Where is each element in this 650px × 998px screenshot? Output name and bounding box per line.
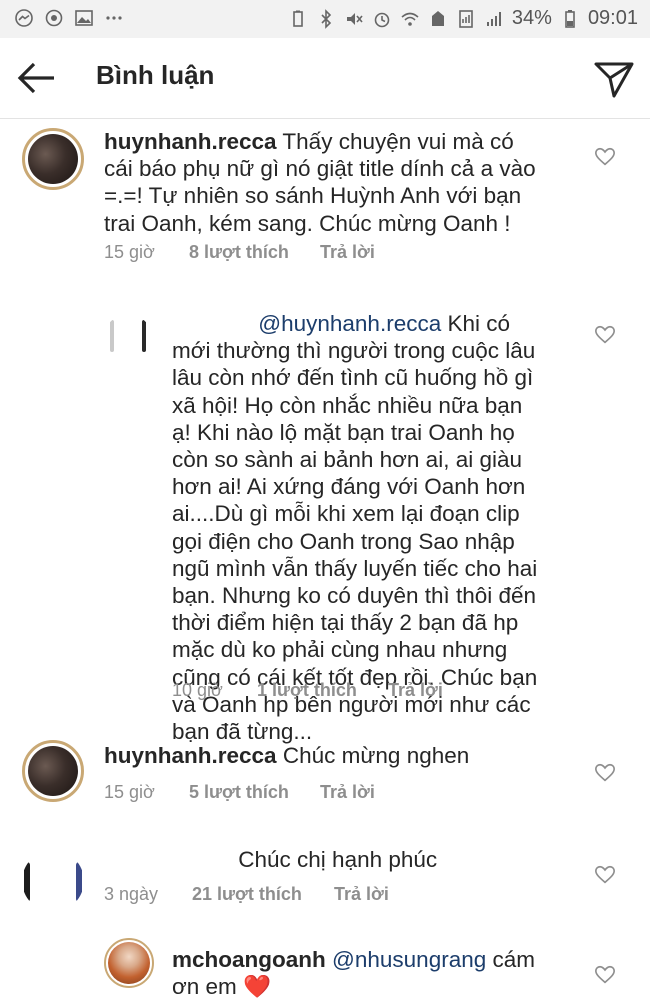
comment-text: mchoangoanh @nhusungrang cám ơn em ❤️ [172, 946, 562, 998]
comment-time: 3 ngày [104, 884, 159, 904]
direct-share-button[interactable] [592, 56, 636, 100]
heart-icon[interactable] [594, 324, 616, 346]
comment-meta: 15 giờ 5 lượt thích Trả lời [104, 782, 375, 803]
comment-mention[interactable]: @huynhanh.recca [258, 311, 441, 336]
comment-likes[interactable]: 1 lượt thích [257, 680, 388, 701]
comment-username[interactable] [172, 314, 252, 336]
comment-text: huynhanh.recca Chúc mừng nghen [104, 742, 544, 769]
comment-username[interactable] [104, 850, 232, 872]
app-header: Bình luận [0, 38, 650, 119]
comment-likes[interactable]: 21 lượt thích [192, 884, 334, 905]
nfc-icon [431, 10, 444, 26]
comment-time: 15 giờ [104, 242, 155, 262]
signal-icon [486, 11, 501, 26]
avatar[interactable] [22, 128, 84, 190]
more-notifications-icon [106, 16, 122, 20]
wifi-icon [401, 12, 419, 26]
status-bar-left [14, 8, 124, 28]
comment-text: Chúc chị hạnh phúc [104, 846, 544, 873]
page-title: Bình luận [96, 60, 215, 90]
sim-icon [459, 9, 473, 28]
comment-username[interactable]: huynhanh.recca [104, 129, 277, 154]
avatar[interactable] [22, 850, 84, 912]
comment-item: huynhanh.recca Thấy chuyện vui mà có cái… [0, 118, 650, 288]
comment-item: Chúc chị hạnh phúc 3 ngày 21 lượt thích … [0, 840, 650, 930]
comment-meta: 3 ngày 21 lượt thích Trả lời [104, 884, 389, 905]
battery-percent: 34% [511, 7, 552, 29]
comment-username[interactable]: huynhanh.recca [104, 743, 277, 768]
comment-item: huynhanh.recca Chúc mừng nghen 15 giờ 5 … [0, 732, 650, 832]
paper-plane-icon [594, 62, 634, 98]
alarm-icon [374, 12, 390, 27]
reply-button[interactable]: Trả lời [334, 884, 389, 905]
messenger-icon [15, 9, 33, 27]
heart-icon[interactable] [594, 864, 616, 886]
status-bar-right: 34% 09:01 [288, 7, 638, 30]
reply-button[interactable]: Trả lời [320, 782, 375, 803]
comment-reply-item: mchoangoanh @nhusungrang cám ơn em ❤️ [0, 930, 650, 998]
comment-mention[interactable]: @nhusungrang [332, 947, 486, 972]
gallery-icon [75, 10, 93, 26]
battery-saver-icon [293, 10, 303, 27]
comment-text: huynhanh.recca Thấy chuyện vui mà có cái… [104, 128, 544, 237]
avatar[interactable] [22, 740, 84, 802]
back-arrow-icon [17, 62, 54, 94]
reply-button[interactable]: Trả lời [388, 680, 443, 701]
avatar[interactable] [104, 314, 152, 362]
heart-icon[interactable] [594, 146, 616, 168]
comment-likes[interactable]: 5 lượt thích [189, 782, 320, 803]
bluetooth-icon [321, 8, 332, 29]
comment-username[interactable]: mchoangoanh [172, 947, 326, 972]
battery-icon [565, 9, 575, 28]
comment-body: Chúc chị hạnh phúc [238, 847, 438, 872]
comment-reply-item: @huynhanh.recca Khi có mới thường thì ng… [0, 300, 650, 744]
comment-meta: 10 giờ 1 lượt thích Trả lời [172, 680, 443, 701]
comment-body: Chúc mừng nghen [282, 743, 470, 768]
mute-icon [346, 12, 363, 25]
comment-time: 10 giờ [172, 680, 223, 700]
heart-icon[interactable] [594, 964, 616, 986]
avatar[interactable] [104, 938, 154, 988]
comment-meta: 15 giờ 8 lượt thích Trả lời [104, 242, 375, 263]
clock: 09:01 [587, 7, 638, 29]
back-button[interactable] [14, 56, 58, 100]
comment-likes[interactable]: 8 lượt thích [189, 242, 320, 263]
heart-emoji: ❤️ [243, 974, 272, 998]
status-bar: 34% 09:01 [0, 0, 650, 38]
reply-button[interactable]: Trả lời [320, 242, 375, 263]
comment-time: 15 giờ [104, 782, 155, 802]
settings-icon [45, 9, 63, 27]
heart-icon[interactable] [594, 762, 616, 784]
